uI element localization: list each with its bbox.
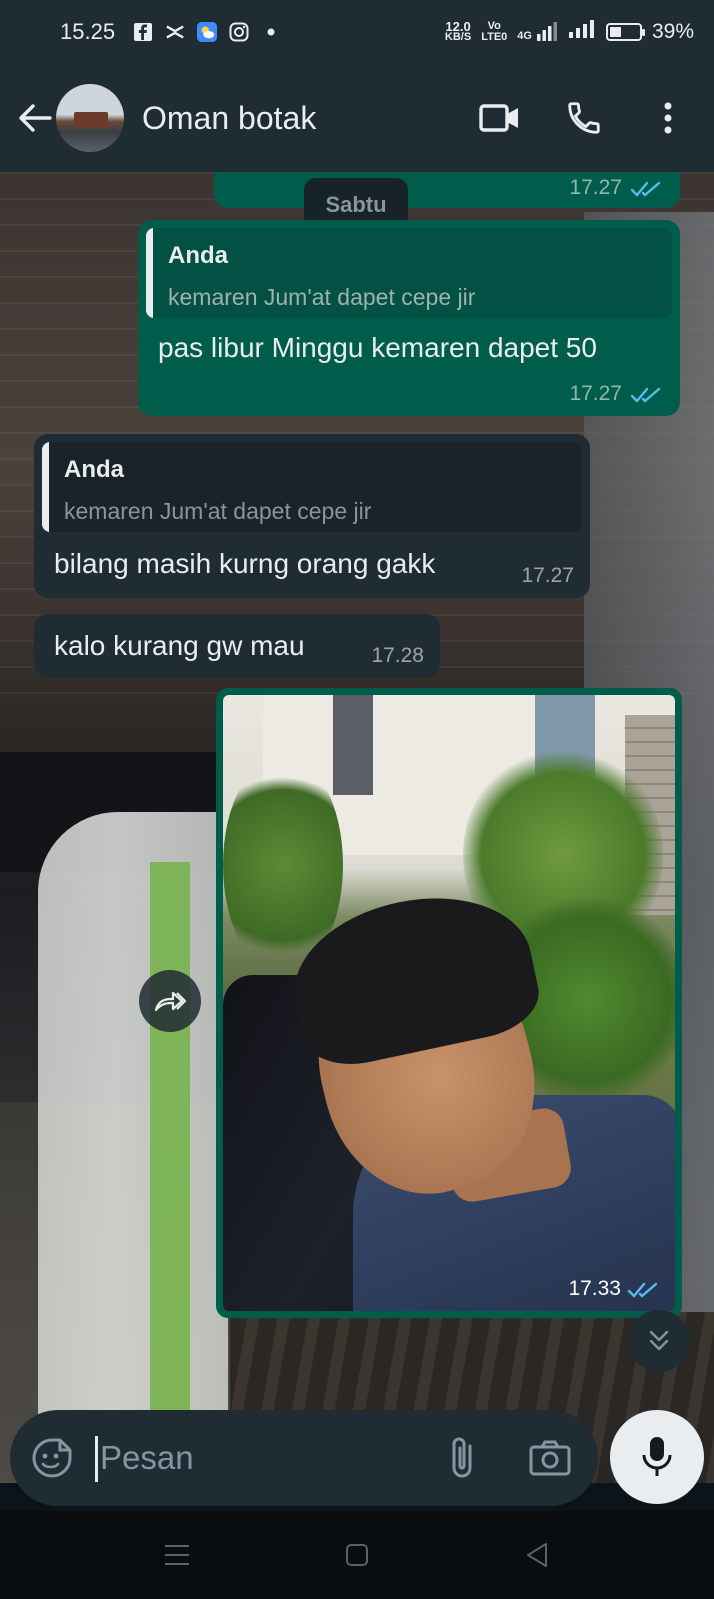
- scroll-down-button[interactable]: [628, 1310, 690, 1372]
- wallpaper-train-stripe: [150, 862, 190, 1422]
- back-nav-icon[interactable]: [517, 1535, 557, 1575]
- sticker-emoji-icon[interactable]: [30, 1436, 74, 1480]
- volte-bottom: LTE0: [481, 31, 508, 43]
- volte-indicator: Vo LTE0: [481, 21, 507, 43]
- home-nav-icon[interactable]: [337, 1535, 377, 1575]
- quote-author: Anda: [168, 242, 228, 269]
- quote-bar: [146, 228, 153, 318]
- message-text: pas libur Minggu kemaren dapet 50: [158, 332, 597, 363]
- menu-nav-icon[interactable]: [157, 1535, 197, 1575]
- read-ticks-icon: [630, 387, 661, 403]
- dot-icon: [261, 22, 281, 42]
- message-time: 17.33: [568, 1277, 621, 1300]
- message-text: bilang masih kurng orang gakk: [54, 548, 436, 579]
- message-bubble-incoming[interactable]: kalo kurang gw mau 17.28: [34, 614, 440, 678]
- message-bubble-outgoing[interactable]: 17.27: [214, 172, 680, 208]
- chat-area[interactable]: 17.27 Sabtu Anda kemaren Jum'at dapet ce…: [0, 172, 714, 1483]
- message-composer: [10, 1410, 598, 1506]
- phone-icon[interactable]: [562, 96, 606, 140]
- net-speed-unit: KB/S: [444, 31, 472, 43]
- shared-photo[interactable]: 17.33: [223, 695, 675, 1311]
- message-input[interactable]: [100, 1428, 420, 1488]
- capcut-icon: [165, 22, 185, 42]
- message-bubble-incoming[interactable]: Anda kemaren Jum'at dapet cepe jir bilan…: [34, 434, 590, 598]
- message-bubble-outgoing[interactable]: Anda kemaren Jum'at dapet cepe jir pas l…: [138, 220, 680, 416]
- text-caret: [95, 1436, 98, 1482]
- signal-icon: [568, 19, 596, 45]
- instagram-icon: [229, 22, 249, 42]
- quoted-message[interactable]: Anda kemaren Jum'at dapet cepe jir: [42, 442, 582, 532]
- read-ticks-icon: [627, 1282, 658, 1298]
- status-bar: 15.25 12.0 KB/S Vo LTE0 4G 39%: [0, 0, 714, 64]
- quoted-message[interactable]: Anda kemaren Jum'at dapet cepe jir: [146, 228, 672, 318]
- battery-percent: 39%: [651, 20, 694, 43]
- avatar[interactable]: [56, 84, 124, 152]
- weather-icon: [197, 22, 218, 42]
- message-time: 17.27: [569, 176, 622, 199]
- read-ticks-icon: [630, 181, 661, 197]
- wallpaper-train: [38, 812, 228, 1422]
- facebook-icon: [133, 22, 153, 42]
- message-time: 17.27: [569, 382, 622, 405]
- network-4g-icon: 4G: [517, 22, 558, 42]
- quote-bar: [42, 442, 49, 532]
- quote-text: kemaren Jum'at dapet cepe jir: [168, 284, 476, 310]
- attach-icon[interactable]: [442, 1434, 486, 1482]
- net-speed: 12.0 KB/S: [444, 20, 472, 43]
- camera-icon[interactable]: [528, 1436, 572, 1480]
- photo-window: [333, 695, 373, 795]
- forward-icon[interactable]: [139, 970, 201, 1032]
- quote-text: kemaren Jum'at dapet cepe jir: [64, 498, 372, 524]
- message-time: 17.28: [371, 644, 424, 667]
- status-time: 15.25: [60, 19, 116, 44]
- quote-author: Anda: [64, 456, 124, 483]
- more-vert-icon[interactable]: [646, 96, 690, 140]
- contact-name[interactable]: Oman botak: [142, 100, 316, 137]
- system-nav-bar: [0, 1511, 714, 1599]
- video-call-icon[interactable]: [478, 96, 522, 140]
- back-arrow-icon[interactable]: [18, 101, 52, 135]
- message-time: 17.27: [521, 564, 574, 587]
- double-chevron-down-icon: [649, 1330, 669, 1351]
- network-label: 4G: [517, 30, 532, 42]
- chat-header: Oman botak: [0, 64, 714, 172]
- battery-icon: [605, 23, 645, 41]
- mic-button[interactable]: [610, 1410, 704, 1504]
- mic-icon: [642, 1437, 672, 1476]
- message-text: kalo kurang gw mau: [54, 630, 305, 661]
